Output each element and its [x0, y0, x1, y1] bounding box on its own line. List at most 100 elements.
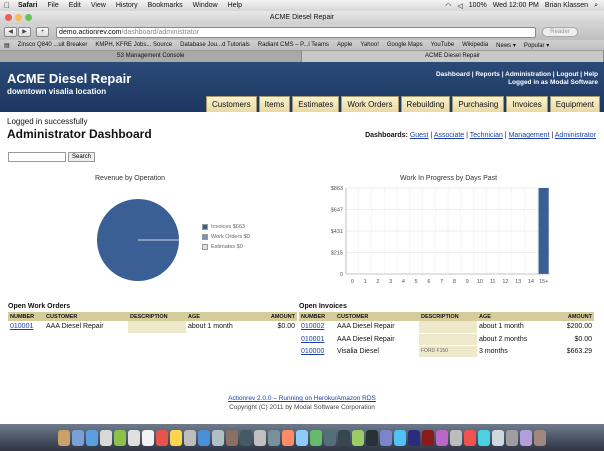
- dock-app-icon[interactable]: [184, 429, 196, 446]
- nav-tab-purchasing[interactable]: Purchasing: [452, 96, 505, 112]
- dock-app-icon[interactable]: [436, 429, 448, 446]
- dock-app-icon[interactable]: [114, 429, 126, 446]
- bookmark-item[interactable]: Zinsco Q840 ...uit Breaker: [18, 42, 88, 48]
- dock-app-icon[interactable]: [282, 429, 294, 446]
- dock-app-icon[interactable]: [408, 429, 420, 446]
- toplink-help[interactable]: Help: [584, 71, 598, 78]
- row-number-link[interactable]: 010001: [8, 321, 44, 334]
- toplink-reports[interactable]: Reports: [475, 71, 500, 78]
- dock-app-icon[interactable]: [100, 429, 112, 446]
- site-brand[interactable]: ACME Diesel Repair: [7, 71, 131, 86]
- browser-tab-acme[interactable]: ACME Diesel Repair: [302, 51, 604, 62]
- wifi-icon[interactable]: ◠: [445, 2, 451, 10]
- search-button[interactable]: Search: [68, 152, 96, 162]
- close-window-icon[interactable]: [5, 14, 12, 21]
- column-header[interactable]: AGE: [186, 312, 256, 321]
- bookmark-item[interactable]: Yahoo!: [360, 42, 379, 48]
- column-header[interactable]: AMOUNT: [256, 312, 297, 321]
- apple-icon[interactable]: : [4, 1, 12, 10]
- bookmark-item[interactable]: Database Jou...d Tutorials: [180, 42, 250, 48]
- row-number-link[interactable]: 010002: [299, 321, 335, 334]
- table-row[interactable]: 010001 AAA Diesel Repair about 2 months $0.…: [299, 333, 594, 346]
- dashboard-link-administrator[interactable]: Administrator: [555, 132, 596, 139]
- menu-help[interactable]: Help: [228, 2, 242, 9]
- nav-tab-estimates[interactable]: Estimates: [292, 96, 340, 112]
- browser-tab-s3[interactable]: S3 Management Console: [0, 51, 302, 62]
- menu-view[interactable]: View: [91, 2, 106, 9]
- record-number-link[interactable]: 010001: [301, 336, 324, 343]
- menu-edit[interactable]: Edit: [69, 2, 81, 9]
- table-row[interactable]: 010002 AAA Diesel Repair about 1 month $200…: [299, 321, 594, 334]
- menu-file[interactable]: File: [47, 2, 58, 9]
- column-header[interactable]: NUMBER: [299, 312, 335, 321]
- column-header[interactable]: CUSTOMER: [44, 312, 128, 321]
- dock-app-icon[interactable]: [520, 429, 532, 446]
- spotlight-icon[interactable]: ⌕: [594, 2, 598, 10]
- record-number-link[interactable]: 010001: [10, 323, 33, 330]
- toplink-dashboard[interactable]: Dashboard: [436, 71, 470, 78]
- dock-app-icon[interactable]: [86, 429, 98, 446]
- dock-app-icon[interactable]: [450, 429, 462, 446]
- bookmark-item[interactable]: Radiant CMS – P...l Teams: [258, 42, 329, 48]
- row-number-link[interactable]: 010001: [299, 333, 335, 346]
- column-header[interactable]: DESCRIPTION: [128, 312, 186, 321]
- dock-app-icon[interactable]: [212, 429, 224, 446]
- record-number-link[interactable]: 010002: [301, 323, 324, 330]
- clock[interactable]: Wed 12:00 PM: [493, 2, 539, 9]
- dock-app-icon[interactable]: [478, 429, 490, 446]
- table-row[interactable]: 010001 AAA Diesel Repair about 1 month $0.0…: [8, 321, 297, 334]
- dock-app-icon[interactable]: [324, 429, 336, 446]
- dock-app-icon[interactable]: [170, 429, 182, 446]
- dock-app-icon[interactable]: [226, 429, 238, 446]
- bookmarks-icon[interactable]: ▤: [4, 42, 10, 49]
- dock-app-icon[interactable]: [380, 429, 392, 446]
- nav-tab-rebuilding[interactable]: Rebuilding: [400, 96, 451, 112]
- dock-app-icon[interactable]: [254, 429, 266, 446]
- dock-app-icon[interactable]: [72, 429, 84, 446]
- user-name[interactable]: Brian Klassen: [545, 2, 588, 9]
- bookmark-item[interactable]: News ▾: [496, 42, 516, 49]
- record-number-link[interactable]: 010000: [301, 348, 324, 355]
- dock-app-icon[interactable]: [422, 429, 434, 446]
- menu-safari[interactable]: Safari: [18, 2, 37, 9]
- dock-app-icon[interactable]: [534, 429, 546, 446]
- reader-button[interactable]: Reader: [542, 27, 578, 37]
- table-row[interactable]: 010000 Visalia Diesel FORD F150 3 months $66…: [299, 345, 594, 358]
- nav-tab-invoices[interactable]: Invoices: [506, 96, 548, 112]
- dock-app-icon[interactable]: [310, 429, 322, 446]
- menu-history[interactable]: History: [116, 2, 138, 9]
- zoom-window-icon[interactable]: [25, 14, 32, 21]
- dashboard-link-guest[interactable]: Guest: [410, 132, 429, 139]
- dock-app-icon[interactable]: [492, 429, 504, 446]
- dock-app-icon[interactable]: [198, 429, 210, 446]
- dock-app-icon[interactable]: [58, 429, 70, 446]
- column-header[interactable]: AMOUNT: [549, 312, 594, 321]
- dock-app-icon[interactable]: [142, 429, 154, 446]
- bookmark-item[interactable]: KMPH, KFRE Jobs... Source: [95, 42, 172, 48]
- toplink-logout[interactable]: Logout: [556, 71, 578, 78]
- dashboard-link-technician[interactable]: Technician: [470, 132, 503, 139]
- battery-percent[interactable]: 100%: [469, 2, 487, 9]
- column-header[interactable]: NUMBER: [8, 312, 44, 321]
- bookmark-item[interactable]: Wikipedia: [462, 42, 488, 48]
- dock-app-icon[interactable]: [338, 429, 350, 446]
- bookmark-item[interactable]: Google Maps: [387, 42, 423, 48]
- menu-bookmarks[interactable]: Bookmarks: [148, 2, 183, 9]
- search-input[interactable]: [8, 152, 66, 162]
- dock-app-icon[interactable]: [394, 429, 406, 446]
- dock-app-icon[interactable]: [464, 429, 476, 446]
- bookmark-item[interactable]: Apple: [337, 42, 352, 48]
- dock-app-icon[interactable]: [352, 429, 364, 446]
- add-bookmark-button[interactable]: +: [36, 27, 49, 37]
- footer-version-link[interactable]: Actionrev 2.0.0 – Running on Heroku/Amaz…: [228, 395, 376, 402]
- column-header[interactable]: DESCRIPTION: [419, 312, 477, 321]
- back-button[interactable]: ◀: [4, 27, 17, 37]
- volume-icon[interactable]: ◁: [457, 2, 462, 10]
- dock-app-icon[interactable]: [240, 429, 252, 446]
- nav-tab-customers[interactable]: Customers: [205, 96, 257, 112]
- dock-app-icon[interactable]: [268, 429, 280, 446]
- bookmark-item[interactable]: YouTube: [431, 42, 455, 48]
- nav-tab-equipment[interactable]: Equipment: [549, 96, 600, 112]
- menu-window[interactable]: Window: [193, 2, 218, 9]
- dock-app-icon[interactable]: [506, 429, 518, 446]
